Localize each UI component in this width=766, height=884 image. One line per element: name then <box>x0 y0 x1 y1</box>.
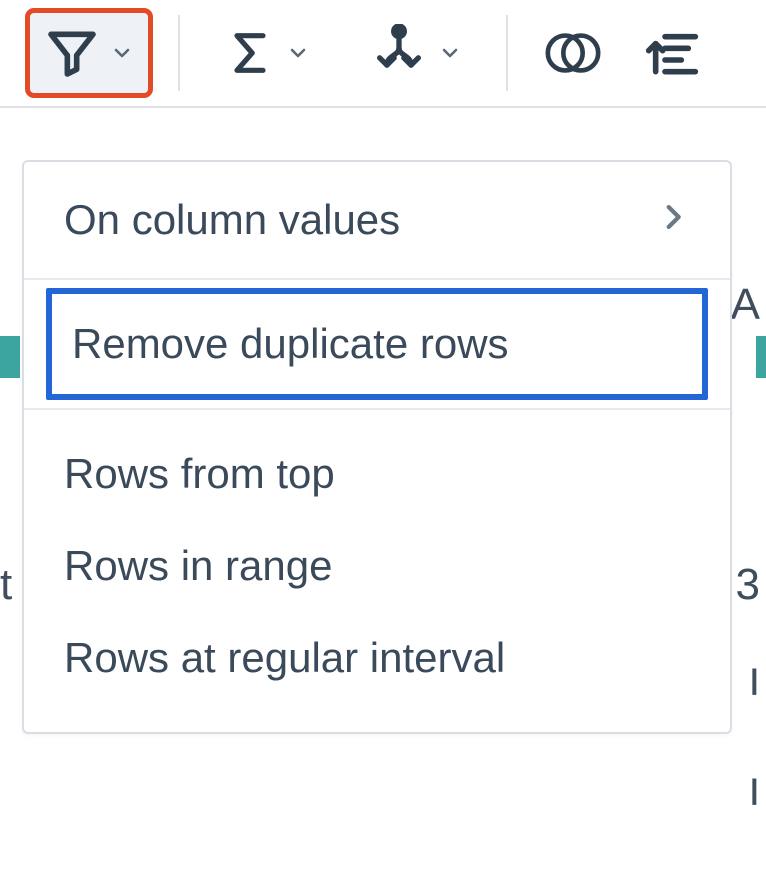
menu-item-rows-at-regular-interval[interactable]: Rows at regular interval <box>24 612 730 704</box>
bg-col-letter: A <box>731 280 760 330</box>
chevron-down-icon <box>438 41 462 65</box>
menu-item-highlight: Remove duplicate rows <box>46 288 708 400</box>
bg-bar-right <box>756 336 766 378</box>
menu-group-rows: Rows from top Rows in range Rows at regu… <box>24 410 730 732</box>
menu-item-label: Remove duplicate rows <box>72 320 682 368</box>
bg-bar-left <box>0 336 20 378</box>
menu-item-label: On column values <box>64 196 656 244</box>
sort-button[interactable] <box>638 11 706 95</box>
toolbar-separator <box>178 15 180 91</box>
join-button[interactable] <box>536 12 610 94</box>
sort-icon <box>644 25 700 81</box>
menu-item-on-column-values[interactable]: On column values <box>24 162 730 280</box>
menu-item-label: Rows at regular interval <box>64 634 690 682</box>
split-icon <box>370 24 428 82</box>
filter-dropdown-menu: On column values Remove duplicate rows R… <box>22 160 732 734</box>
toolbar-separator <box>506 15 508 91</box>
menu-item-remove-duplicate-rows[interactable]: Remove duplicate rows <box>52 294 702 394</box>
toolbar <box>0 0 766 108</box>
chevron-right-icon <box>656 196 690 244</box>
menu-item-label: Rows from top <box>64 450 690 498</box>
menu-item-label: Rows in range <box>64 542 690 590</box>
menu-item-rows-in-range[interactable]: Rows in range <box>24 520 730 612</box>
bg-value-t: t <box>0 560 12 610</box>
bg-value-3: 3 <box>736 560 760 610</box>
filter-button[interactable] <box>28 11 150 95</box>
aggregate-button[interactable] <box>208 13 326 93</box>
chevron-down-icon <box>110 41 134 65</box>
bg-value-c1: ו <box>749 656 760 706</box>
chevron-down-icon <box>286 41 310 65</box>
bg-value-c2: ו <box>749 766 760 816</box>
menu-item-rows-from-top[interactable]: Rows from top <box>24 428 730 520</box>
venn-icon <box>542 26 604 80</box>
split-button[interactable] <box>354 10 478 96</box>
sigma-icon <box>224 27 276 79</box>
funnel-icon <box>44 25 100 81</box>
